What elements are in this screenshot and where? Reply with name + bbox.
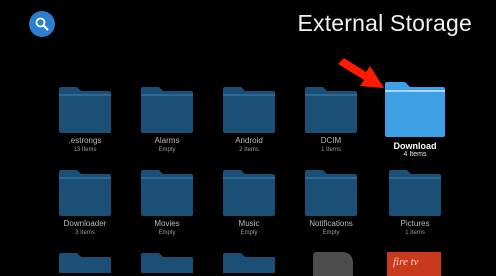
folder-name: Android	[235, 136, 263, 145]
folder-icon	[59, 170, 111, 216]
folder-icon	[223, 170, 275, 216]
folder-icon	[305, 87, 357, 133]
folder-download[interactable]: Download 4 Items	[377, 80, 453, 159]
folder-count: 13 Items	[73, 147, 97, 153]
folder-count: 2 Items	[239, 147, 259, 153]
folder-count: Empty	[158, 147, 176, 153]
folder-icon	[141, 87, 193, 133]
pointer-arrow-icon	[338, 58, 384, 88]
folder-icon	[389, 170, 441, 216]
fire-tv-label: fire tv	[393, 256, 419, 268]
folder-name: Alarms	[154, 136, 180, 145]
folder-name: Music	[238, 219, 260, 228]
folder-count: 3 Items	[75, 230, 95, 236]
folder-name: Downloader	[63, 219, 107, 228]
search-button[interactable]	[29, 11, 55, 37]
folder-count: Empty	[322, 230, 340, 236]
folder-name: Notifications	[309, 219, 353, 228]
folder-icon	[59, 87, 111, 133]
folder-count: 4 Items	[403, 151, 427, 158]
folder-name: Download	[393, 141, 437, 151]
folder-count: Empty	[158, 230, 176, 236]
folder-count: 1 Items	[405, 230, 425, 236]
folder-notifications[interactable]: Notifications Empty	[296, 168, 366, 237]
folder-pictures[interactable]: Pictures 1 Items	[380, 168, 450, 237]
folder-count: Empty	[240, 230, 258, 236]
folder-icon	[141, 170, 193, 216]
folder-android[interactable]: Android 2 Items	[214, 85, 284, 154]
folder-icon	[385, 82, 445, 137]
folder-icon[interactable]	[139, 251, 195, 273]
file-icon[interactable]	[313, 252, 353, 276]
folder-icon[interactable]	[57, 251, 113, 273]
folder-name: Movies	[154, 219, 180, 228]
folder-icon	[223, 87, 275, 133]
folder-count: 1 Items	[321, 147, 341, 153]
folder-downloader[interactable]: Downloader 3 Items	[50, 168, 120, 237]
folder-name: .estrongs	[68, 136, 102, 145]
fire-tv-thumbnail[interactable]: fire tv	[387, 252, 441, 276]
folder-dcim[interactable]: DCIM 1 Items	[296, 85, 366, 154]
folder-icon[interactable]	[221, 251, 277, 273]
search-icon	[35, 17, 49, 31]
folder-name: DCIM	[320, 136, 342, 145]
folder-music[interactable]: Music Empty	[214, 168, 284, 237]
folder-alarms[interactable]: Alarms Empty	[132, 85, 202, 154]
folder-movies[interactable]: Movies Empty	[132, 168, 202, 237]
folder-estrongs[interactable]: .estrongs 13 Items	[50, 85, 120, 154]
page-title: External Storage	[297, 10, 472, 36]
folder-name: Pictures	[400, 219, 430, 228]
folder-icon	[305, 170, 357, 216]
